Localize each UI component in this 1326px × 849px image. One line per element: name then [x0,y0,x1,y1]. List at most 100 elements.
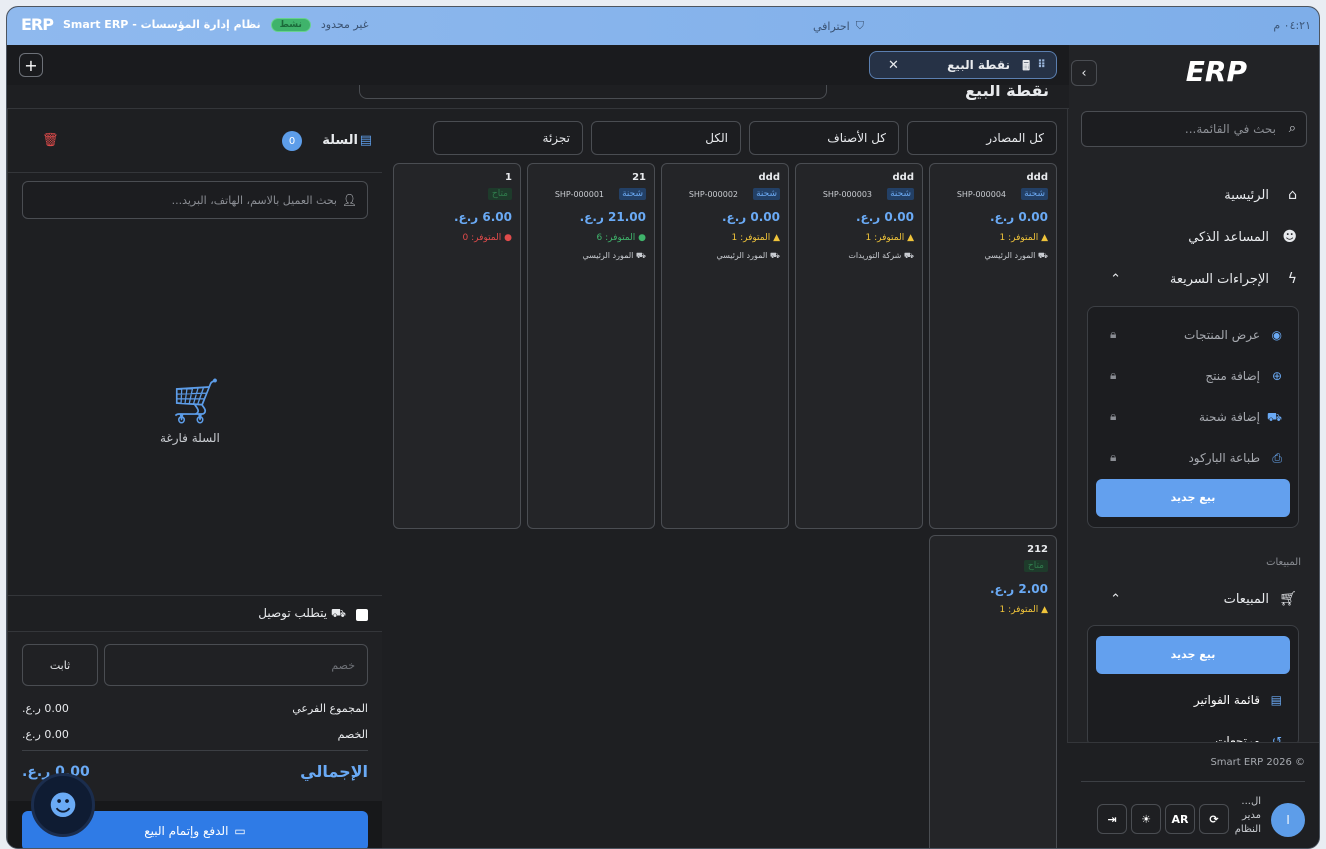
shield-icon: ⛉ [855,19,864,32]
submenu-item-invoices[interactable]: ▤ قائمة الفواتير [1088,680,1298,721]
empty-cart-text: السلة فارغة [160,431,220,445]
sidebar-item-label: المساعد الذكي [1188,229,1269,245]
product-card[interactable]: 212 متاح 2.00 ر.ع. ▲ المتوفر: 1 [929,535,1057,848]
customer-search-input[interactable]: 👤︎ بحث العميل بالاسم، الهاتف، البريد... [22,181,368,219]
menu-search-placeholder: بحث في القائمة... [1184,122,1276,136]
sidebar: › ERP ⌕ بحث في القائمة... ⌂ الرئيسية ☻ ا… [1067,45,1319,848]
empty-cart-icon: 🛒︎ [168,376,224,427]
divider [22,750,368,751]
sales-new-sale-button[interactable]: بيع جديد [1096,636,1290,674]
truck-icon: ⛟ [1266,410,1282,424]
search-icon: ⌕ [1288,121,1296,136]
plan-indicator: ⛉ احترافي [813,19,864,33]
sidebar-item-quick-actions[interactable]: ϟ الإجراءات السريعة ⌃ [1067,259,1319,299]
close-icon[interactable]: ✕ [888,58,899,73]
chevron-up-icon: ⌃ [1110,271,1121,287]
product-card[interactable]: ddd شحنة SHP-000003 0.00 ر.ع. ▲ المتوفر:… [795,163,923,529]
error-icon: ● [504,233,512,243]
sun-icon: ☀ [1141,812,1151,826]
product-card[interactable]: ddd شحنة SHP-000002 0.00 ر.ع. ▲ المتوفر:… [661,163,789,529]
user-info: ال... مدير النظام [1235,795,1261,837]
submenu-item-print-barcode[interactable]: ⎙ طباعة الباركود 🔒︎ [1088,438,1298,479]
truck-icon: ⛟ [635,251,646,260]
title-bar: ٠٤:٢١ م ⛉ احترافي غير محدود نشط نظام إدا… [7,7,1319,45]
new-tab-button[interactable]: + [19,53,43,77]
sidebar-logo: ERP [1185,55,1247,88]
trash-icon[interactable]: 🗑︎ [42,133,59,148]
status-badge: نشط [270,17,311,32]
page-title: نقطة البيع [965,85,1049,100]
truck-icon: ⛟ [1037,251,1048,260]
lock-icon: 🔒︎ [1110,327,1117,341]
sidebar-item-assistant[interactable]: ☻ المساعد الذكي [1067,217,1319,257]
product-card[interactable]: ddd شحنة SHP-000004 0.00 ر.ع. ▲ المتوفر:… [929,163,1057,529]
filter-sources[interactable]: كل المصادر [907,121,1057,155]
lock-icon: 🔒︎ [1110,409,1117,423]
product-card[interactable]: 21 شحنة SHP-000001 21.00 ر.ع. ● المتوفر:… [527,163,655,529]
user-role: مدير النظام [1234,810,1261,835]
app-title: نظام إدارة المؤسسات - Smart ERP [62,18,261,31]
sidebar-item-label: المبيعات [1223,591,1269,607]
truck-icon: ⛟ [330,606,346,620]
discount-type-select[interactable]: ثابت [22,644,98,686]
lock-icon: 🔒︎ [1110,450,1117,464]
discount-input[interactable]: خصم [104,644,368,686]
sync-button[interactable]: ⟳ [1199,804,1229,834]
ai-assistant-button[interactable]: ☻ [31,773,95,837]
app-window: ٠٤:٢١ م ⛉ احترافي غير محدود نشط نظام إدا… [6,6,1320,849]
logout-icon: ⇥ [1107,812,1117,826]
page-header: نقطة البيع [7,85,1069,109]
robot-icon: ☻ [48,788,78,822]
submenu-item-add-shipment[interactable]: ⛟ إضافة شحنة 🔒︎ [1088,397,1298,438]
plus-icon: + [24,55,38,75]
language-button[interactable]: AR [1165,804,1195,834]
total-label: الإجمالي [300,762,368,781]
cart-icon: 🛒︎ [1279,591,1297,607]
sidebar-item-sales[interactable]: 🛒︎ المبيعات ⌃ [1067,579,1319,619]
filter-retail[interactable]: تجزئة [433,121,583,155]
product-search-input[interactable] [359,85,827,99]
menu-search-input[interactable]: ⌕ بحث في القائمة... [1081,111,1307,147]
quick-actions-submenu: ◉ عرض المنتجات 🔒︎ ⊕ إضافة منتج 🔒︎ ⛟ إضاف… [1087,306,1299,528]
printer-icon: ⎙ [1272,451,1282,465]
sidebar-item-home[interactable]: ⌂ الرئيسية [1067,175,1319,215]
product-grid: كل المصادر كل الأصناف الكل تجزئة ddd شحن… [381,109,1069,848]
divider [1081,781,1305,782]
chevron-right-icon: › [1081,65,1087,81]
main-area: + ⠿ 🖩 نقطة البيع ✕ نقطة البيع كل المصادر… [7,45,1069,848]
home-icon: ⌂ [1288,187,1297,203]
section-title-sales: المبيعات [1266,557,1301,568]
app-brand: غير محدود نشط نظام إدارة المؤسسات - Smar… [21,15,368,34]
bolt-icon: ϟ [1287,271,1297,287]
plan-label: احترافي [813,19,850,33]
check-icon: ● [638,233,646,243]
sync-icon: ⟳ [1209,812,1219,826]
title-logo: ERP [21,15,54,34]
drag-handle-icon[interactable]: ⠿ [1037,58,1046,71]
lock-icon: 🔒︎ [1110,368,1117,382]
chevron-up-icon: ⌃ [1110,591,1121,607]
cart-header: ▤ السلة 0 🗑︎ [8,109,382,173]
credit-card-icon: ▭ [234,824,246,838]
submenu-item-view-products[interactable]: ◉ عرض المنتجات 🔒︎ [1088,315,1298,356]
user-name: ال... [1241,796,1261,807]
filter-all[interactable]: الكل [591,121,741,155]
truck-icon: ⛟ [903,251,914,260]
plus-circle-icon: ⊕ [1271,369,1282,383]
submenu-item-add-product[interactable]: ⊕ إضافة منتج 🔒︎ [1088,356,1298,397]
filter-categories[interactable]: كل الأصناف [749,121,899,155]
clock: ٠٤:٢١ م [1273,19,1311,32]
tab-pos[interactable]: ⠿ 🖩 نقطة البيع ✕ [869,51,1057,79]
quick-new-sale-button[interactable]: بيع جديد [1096,479,1290,517]
delivery-checkbox[interactable] [356,609,368,621]
avatar[interactable]: ا [1271,803,1305,837]
sidebar-item-label: الإجراءات السريعة [1169,271,1269,287]
delivery-option: ⛟ يتطلب توصيل [8,595,382,631]
user-icon: 👤︎ [341,193,357,207]
unlimited-label: غير محدود [320,18,369,31]
logout-button[interactable]: ⇥ [1097,804,1127,834]
product-card[interactable]: 1 متاح 6.00 ر.ع. ● المتوفر: 0 [393,163,521,529]
warning-icon: ▲ [1041,233,1048,243]
theme-button[interactable]: ☀ [1131,804,1161,834]
sidebar-toggle-button[interactable]: › [1071,60,1097,86]
